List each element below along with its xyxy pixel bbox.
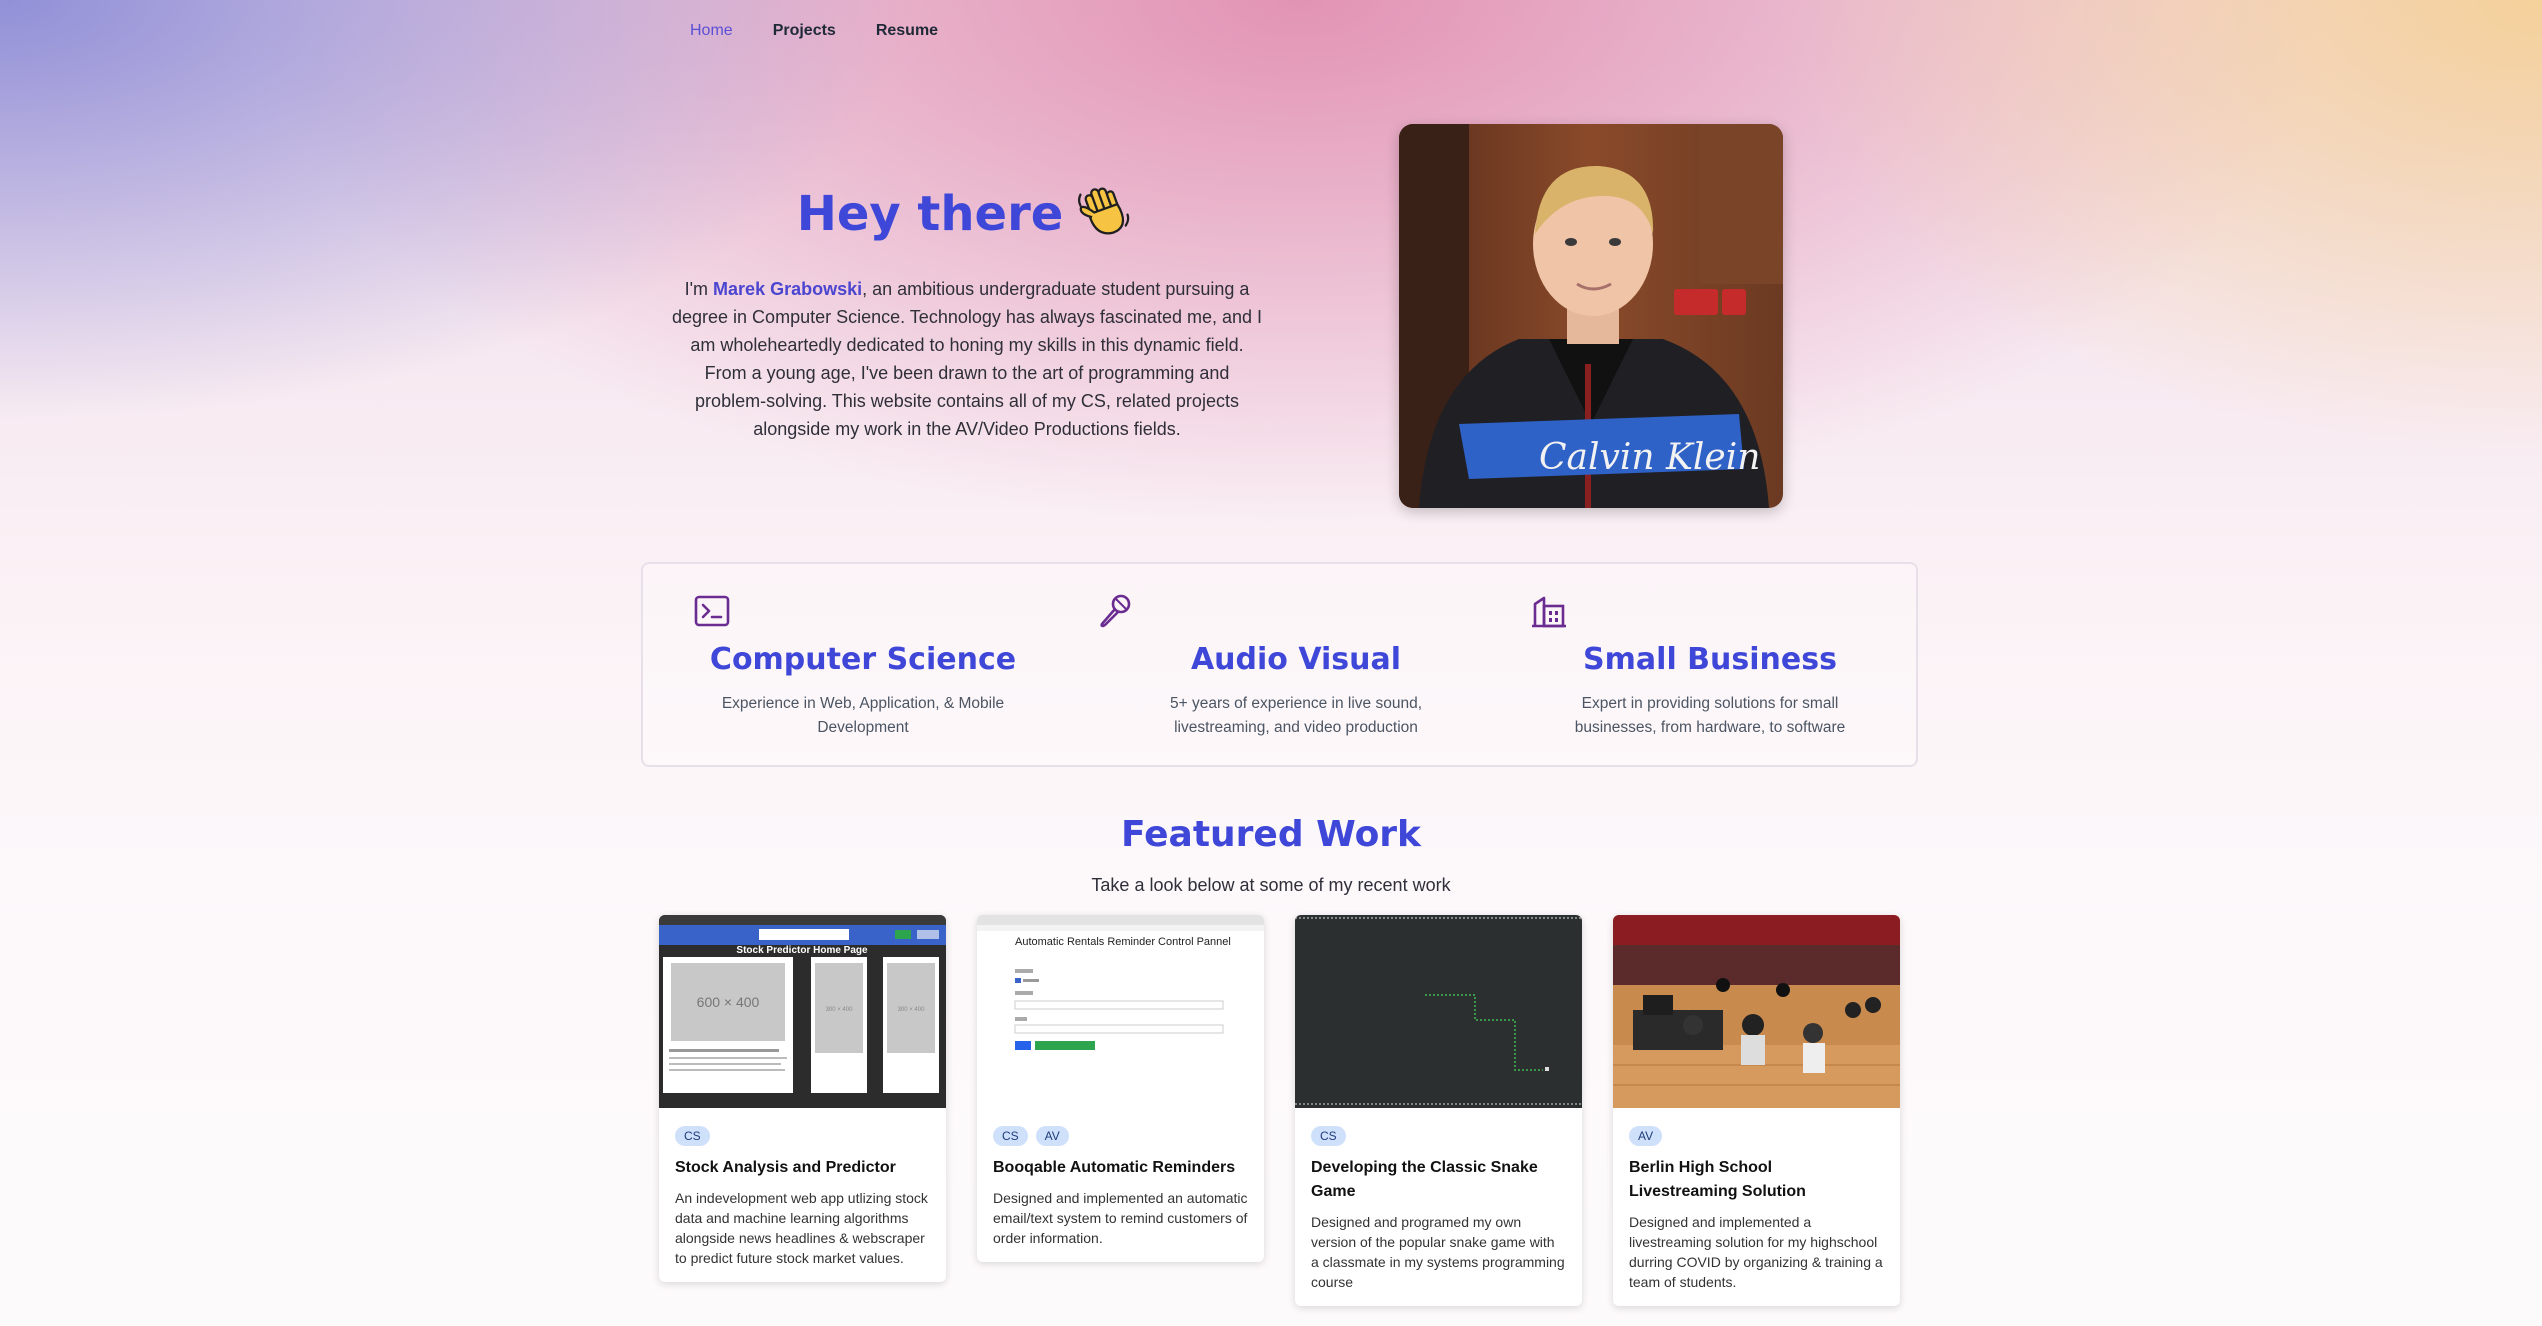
thumb-placeholder-side-1: 300 × 400: [826, 1007, 854, 1013]
hero-title-text: Hey there: [796, 186, 1064, 242]
skills-panel: Computer Science Experience in Web, Appl…: [641, 562, 1918, 767]
tag-badge: CS: [675, 1126, 710, 1146]
project-card-stock-predictor[interactable]: Stock Predictor Home Page 600 × 400 300 …: [659, 915, 946, 1282]
nav-home-link[interactable]: Home: [690, 22, 733, 40]
project-description: An indevelopment web app utlizing stock …: [675, 1190, 928, 1266]
hero-title: Hey there: [660, 182, 1270, 242]
skill-description: Experience in Web, Application, & Mobile…: [721, 695, 1005, 736]
terminal-icon: [694, 595, 730, 627]
featured-work-title: Featured Work: [1120, 814, 1421, 855]
tag-list: CS: [1295, 1108, 1582, 1146]
thumb-placeholder-main: 600 × 400: [697, 994, 760, 1010]
intro-prefix: I'm: [684, 279, 714, 299]
tag-list: CS AV: [977, 1108, 1264, 1146]
microphone-icon: [1100, 594, 1131, 628]
hero-intro: I'm Marek Grabowski, an ambitious underg…: [672, 275, 1262, 443]
project-title: Developing the Classic Snake Game: [1311, 1159, 1538, 1200]
skill-title: Audio Visual: [1190, 642, 1402, 677]
project-thumbnail: [1613, 915, 1900, 1108]
waving-hand-icon: [1078, 187, 1130, 235]
tag-badge: CS: [1311, 1126, 1346, 1146]
project-card-booqable[interactable]: Automatic Rentals Reminder Control Panne…: [977, 915, 1264, 1262]
tag-badge: AV: [1629, 1126, 1663, 1146]
project-title: Berlin High School Livestreaming Solutio…: [1629, 1159, 1806, 1200]
project-thumbnail: Automatic Rentals Reminder Control Panne…: [977, 915, 1264, 1108]
project-title: Stock Analysis and Predictor: [675, 1159, 896, 1176]
skill-audio-visual: Audio Visual 5+ years of experience in l…: [1096, 564, 1496, 765]
top-nav: Home Projects Resume: [690, 22, 938, 40]
project-thumbnail: Stock Predictor Home Page 600 × 400 300 …: [659, 915, 946, 1108]
project-description: Designed and implemented an automatic em…: [993, 1190, 1248, 1246]
tag-list: AV: [1613, 1108, 1900, 1146]
nav-resume-link[interactable]: Resume: [876, 22, 938, 40]
thumb-header-text: Automatic Rentals Reminder Control Panne…: [1015, 936, 1231, 948]
project-card-snake-game[interactable]: CS Developing the Classic Snake Game Des…: [1295, 915, 1582, 1306]
thumb-header-text: Stock Predictor Home Page: [736, 945, 868, 956]
featured-work-subtitle: Take a look below at some of my recent w…: [1091, 875, 1451, 895]
skill-computer-science: Computer Science Experience in Web, Appl…: [663, 564, 1063, 765]
tag-badge: AV: [1035, 1126, 1069, 1146]
building-icon: [1532, 596, 1566, 628]
project-description: Designed and implemented a livestreaming…: [1629, 1214, 1883, 1290]
tag-list: CS: [659, 1108, 946, 1146]
tag-badge: CS: [993, 1126, 1028, 1146]
project-description: Designed and programed my own version of…: [1311, 1214, 1565, 1290]
project-title: Booqable Automatic Reminders: [993, 1159, 1236, 1176]
nav-projects-link[interactable]: Projects: [773, 22, 836, 40]
project-thumbnail: [1295, 915, 1582, 1108]
skill-description: 5+ years of experience in live sound, li…: [1169, 695, 1423, 736]
skill-title: Computer Science: [709, 642, 1017, 677]
skill-title: Small Business: [1583, 642, 1837, 677]
intro-body: , an ambitious undergraduate student pur…: [672, 279, 1263, 439]
thumb-placeholder-side-2: 300 × 400: [898, 1007, 926, 1013]
jacket-text: Calvin Klein: [1539, 437, 1760, 478]
project-card-berlin-livestream[interactable]: AV Berlin High School Livestreaming Solu…: [1613, 915, 1900, 1306]
skill-description: Expert in providing solutions for small …: [1574, 695, 1846, 736]
skill-small-business: Small Business Expert in providing solut…: [1510, 564, 1910, 765]
author-name: Marek Grabowski: [713, 279, 863, 299]
profile-photo: Calvin Klein: [1399, 124, 1783, 508]
